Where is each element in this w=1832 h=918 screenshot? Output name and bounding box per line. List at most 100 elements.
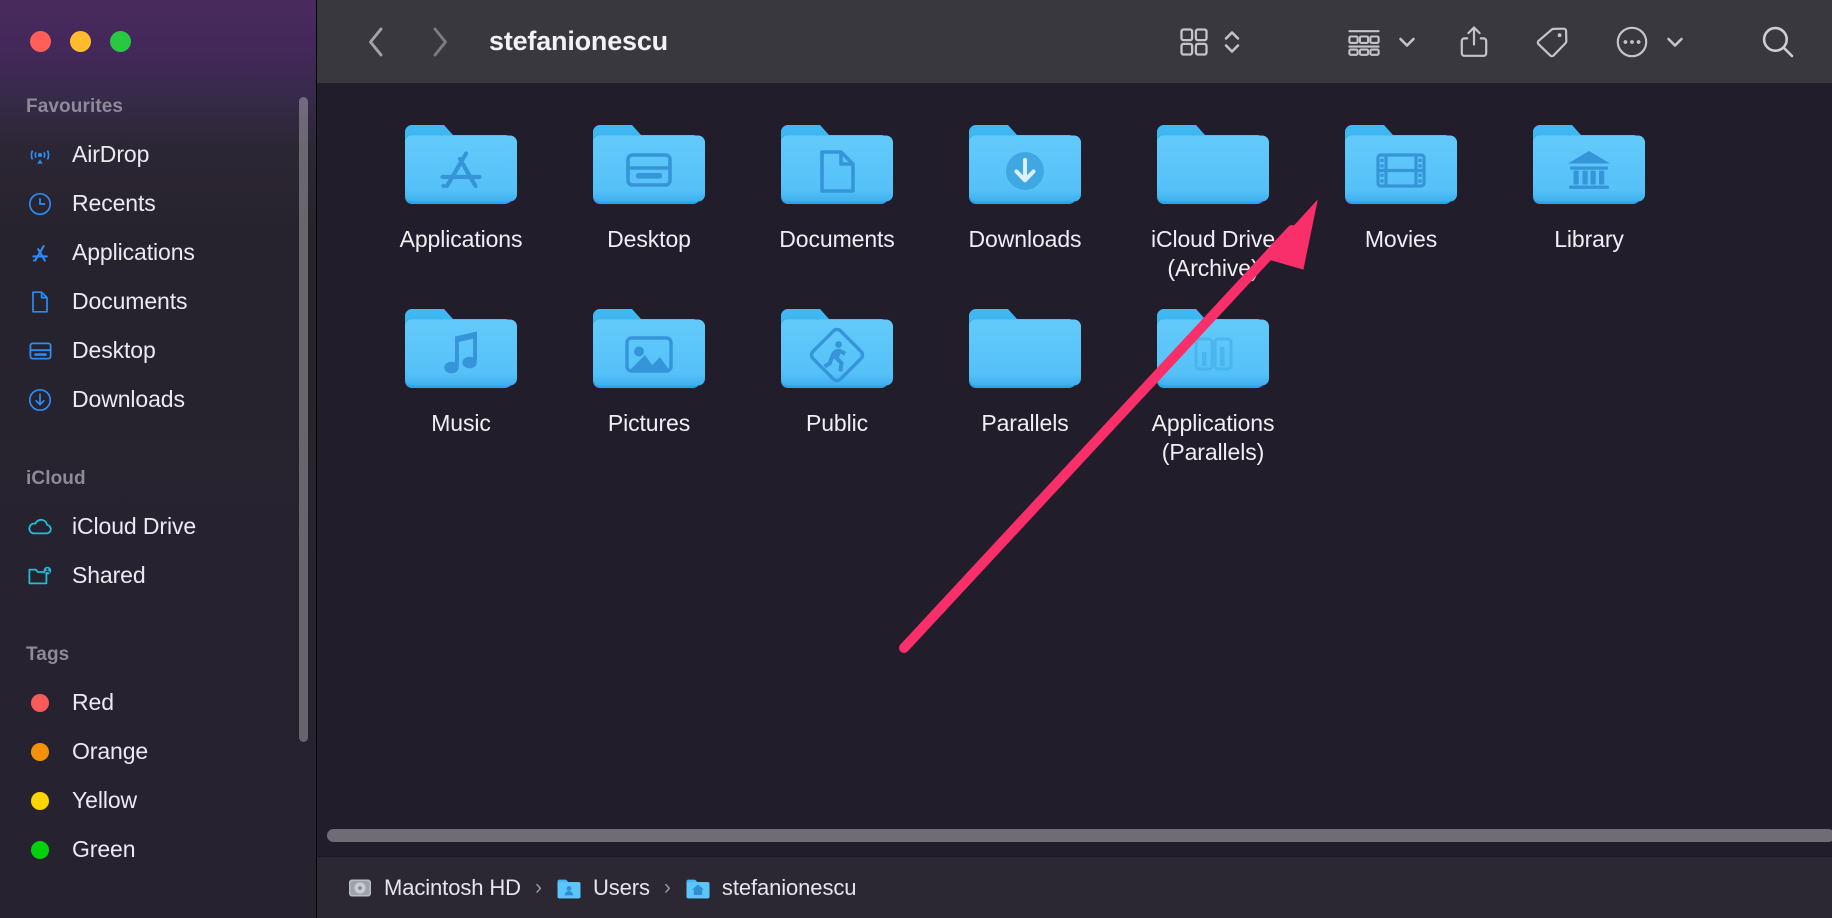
desktop-icon xyxy=(26,337,54,365)
file-item-label: Applications xyxy=(400,225,523,254)
sidebar-section-favourites-title: Favourites xyxy=(26,96,316,118)
sidebar-item-label: Desktop xyxy=(72,337,156,364)
sidebar-item-label: iCloud Drive xyxy=(72,513,196,540)
folder-icon-music xyxy=(400,297,522,397)
breadcrumb-stefanionescu[interactable]: stefanionescu xyxy=(685,875,856,901)
chevron-down-icon xyxy=(1664,31,1686,53)
minimize-button[interactable] xyxy=(70,31,91,52)
sidebar-item-icloud-drive[interactable]: iCloud Drive xyxy=(26,502,316,551)
sidebar-item-documents[interactable]: Documents xyxy=(26,277,316,326)
sidebar-item-recents[interactable]: Recents xyxy=(26,179,316,228)
file-item-movies[interactable]: Movies xyxy=(1307,113,1495,283)
finder-window: Favourites AirDrop xyxy=(0,0,1832,918)
share-button[interactable] xyxy=(1458,17,1490,67)
hard-disk-icon xyxy=(347,875,373,901)
breadcrumb-separator: › xyxy=(664,876,671,900)
sidebar-item-label: Orange xyxy=(72,738,148,765)
sidebar-item-airdrop[interactable]: AirDrop xyxy=(26,130,316,179)
sidebar-item-desktop[interactable]: Desktop xyxy=(26,326,316,375)
window-title: stefanionescu xyxy=(489,26,668,57)
view-mode-button[interactable] xyxy=(1177,17,1242,67)
sidebar-item-label: Red xyxy=(72,689,114,716)
file-item-label: Parallels xyxy=(981,409,1068,438)
search-button[interactable] xyxy=(1758,17,1798,67)
path-bar: Macintosh HD › Users › stef xyxy=(317,856,1832,918)
tag-button[interactable] xyxy=(1534,17,1570,67)
folder-icon-library xyxy=(1528,113,1650,213)
breadcrumb-label: Macintosh HD xyxy=(384,875,521,901)
file-item-label: Desktop xyxy=(607,225,691,254)
toolbar-right-group xyxy=(1177,17,1832,67)
sidebar-section-tags-title: Tags xyxy=(26,644,316,666)
horizontal-scrollbar-thumb[interactable] xyxy=(327,829,1832,842)
back-button[interactable] xyxy=(353,19,399,65)
more-options-button[interactable] xyxy=(1614,17,1686,67)
breadcrumb-label: Users xyxy=(593,875,650,901)
file-item-documents[interactable]: Documents xyxy=(743,113,931,283)
chevron-down-icon xyxy=(1396,31,1418,53)
sidebar-item-tag-green[interactable]: Green xyxy=(26,825,316,874)
airdrop-icon xyxy=(26,141,54,169)
home-folder-icon xyxy=(685,875,711,901)
app-store-icon xyxy=(26,239,54,267)
sidebar-scrollbar[interactable] xyxy=(299,97,308,742)
file-grid-empty-cell xyxy=(1307,297,1495,467)
sidebar-item-label: Yellow xyxy=(72,787,137,814)
file-item-label: Public xyxy=(806,409,868,438)
download-icon xyxy=(26,386,54,414)
sidebar-item-shared[interactable]: Shared xyxy=(26,551,316,600)
tag-dot-icon xyxy=(26,836,54,864)
file-item-label: Music xyxy=(431,409,491,438)
sidebar-item-downloads[interactable]: Downloads xyxy=(26,375,316,424)
folder-icon-desktop xyxy=(588,113,710,213)
group-by-button[interactable] xyxy=(1346,17,1418,67)
file-item-applications[interactable]: Applications xyxy=(367,113,555,283)
file-item-desktop[interactable]: Desktop xyxy=(555,113,743,283)
breadcrumb-users[interactable]: Users xyxy=(556,875,650,901)
file-item-label: Library xyxy=(1554,225,1624,254)
sidebar-item-tag-red[interactable]: Red xyxy=(26,678,316,727)
zoom-button[interactable] xyxy=(110,31,131,52)
cloud-icon xyxy=(26,513,54,541)
file-item-icloud-drive-archive[interactable]: iCloud Drive(Archive) xyxy=(1119,113,1307,283)
file-item-public[interactable]: Public xyxy=(743,297,931,467)
file-item-label: Documents xyxy=(779,225,894,254)
file-item-label: Applications(Parallels) xyxy=(1152,409,1275,467)
toolbar: stefanionescu xyxy=(317,0,1832,83)
folder-icon-public xyxy=(776,297,898,397)
sidebar-scroll-area: Favourites AirDrop xyxy=(0,96,316,918)
file-item-label: Downloads xyxy=(969,225,1082,254)
file-item-pictures[interactable]: Pictures xyxy=(555,297,743,467)
tag-dot-icon xyxy=(26,738,54,766)
sidebar-item-applications[interactable]: Applications xyxy=(26,228,316,277)
traffic-lights xyxy=(30,31,131,52)
folder-icon-movies xyxy=(1340,113,1462,213)
file-item-parallels[interactable]: Parallels xyxy=(931,297,1119,467)
sidebar-item-label: Downloads xyxy=(72,386,185,413)
file-item-applications-parallels[interactable]: Applications(Parallels) xyxy=(1119,297,1307,467)
folder-icon-parallels xyxy=(964,297,1086,397)
users-folder-icon xyxy=(556,875,582,901)
breadcrumb-macintosh-hd[interactable]: Macintosh HD xyxy=(347,875,521,901)
sidebar-item-label: Applications xyxy=(72,239,195,266)
file-item-music[interactable]: Music xyxy=(367,297,555,467)
sidebar-item-tag-yellow[interactable]: Yellow xyxy=(26,776,316,825)
sidebar-item-tag-orange[interactable]: Orange xyxy=(26,727,316,776)
file-item-downloads[interactable]: Downloads xyxy=(931,113,1119,283)
file-item-label: Pictures xyxy=(608,409,690,438)
horizontal-scrollbar-area xyxy=(317,820,1832,856)
folder-icon-documents xyxy=(776,113,898,213)
file-item-label: Movies xyxy=(1365,225,1437,254)
sidebar-item-label: Green xyxy=(72,836,135,863)
document-icon xyxy=(26,288,54,316)
sidebar-item-label: Documents xyxy=(72,288,187,315)
close-button[interactable] xyxy=(30,31,51,52)
chevron-up-down-icon xyxy=(1222,25,1242,59)
folder-icon-pictures xyxy=(588,297,710,397)
main-pane: stefanionescu xyxy=(316,0,1832,918)
sidebar-item-label: AirDrop xyxy=(72,141,149,168)
file-grid-empty-cell xyxy=(1495,297,1683,467)
folder-icon-applications-parallels xyxy=(1152,297,1274,397)
forward-button[interactable] xyxy=(417,19,463,65)
file-item-library[interactable]: Library xyxy=(1495,113,1683,283)
